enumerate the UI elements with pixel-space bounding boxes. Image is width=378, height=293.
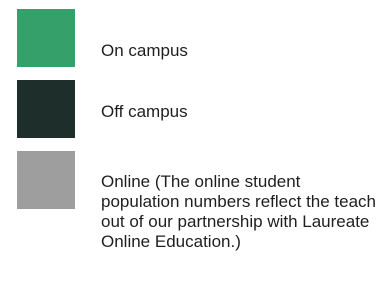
legend-label-on-campus: On campus: [101, 41, 188, 60]
legend-label-online: Online (The online student population nu…: [101, 172, 377, 251]
chart-legend: On campus Off campus Online (The online …: [0, 0, 378, 293]
legend-label-off-campus: Off campus: [101, 102, 188, 121]
legend-swatch-on-campus: [17, 9, 75, 67]
legend-swatch-online: [17, 151, 75, 209]
legend-swatch-off-campus: [17, 80, 75, 138]
